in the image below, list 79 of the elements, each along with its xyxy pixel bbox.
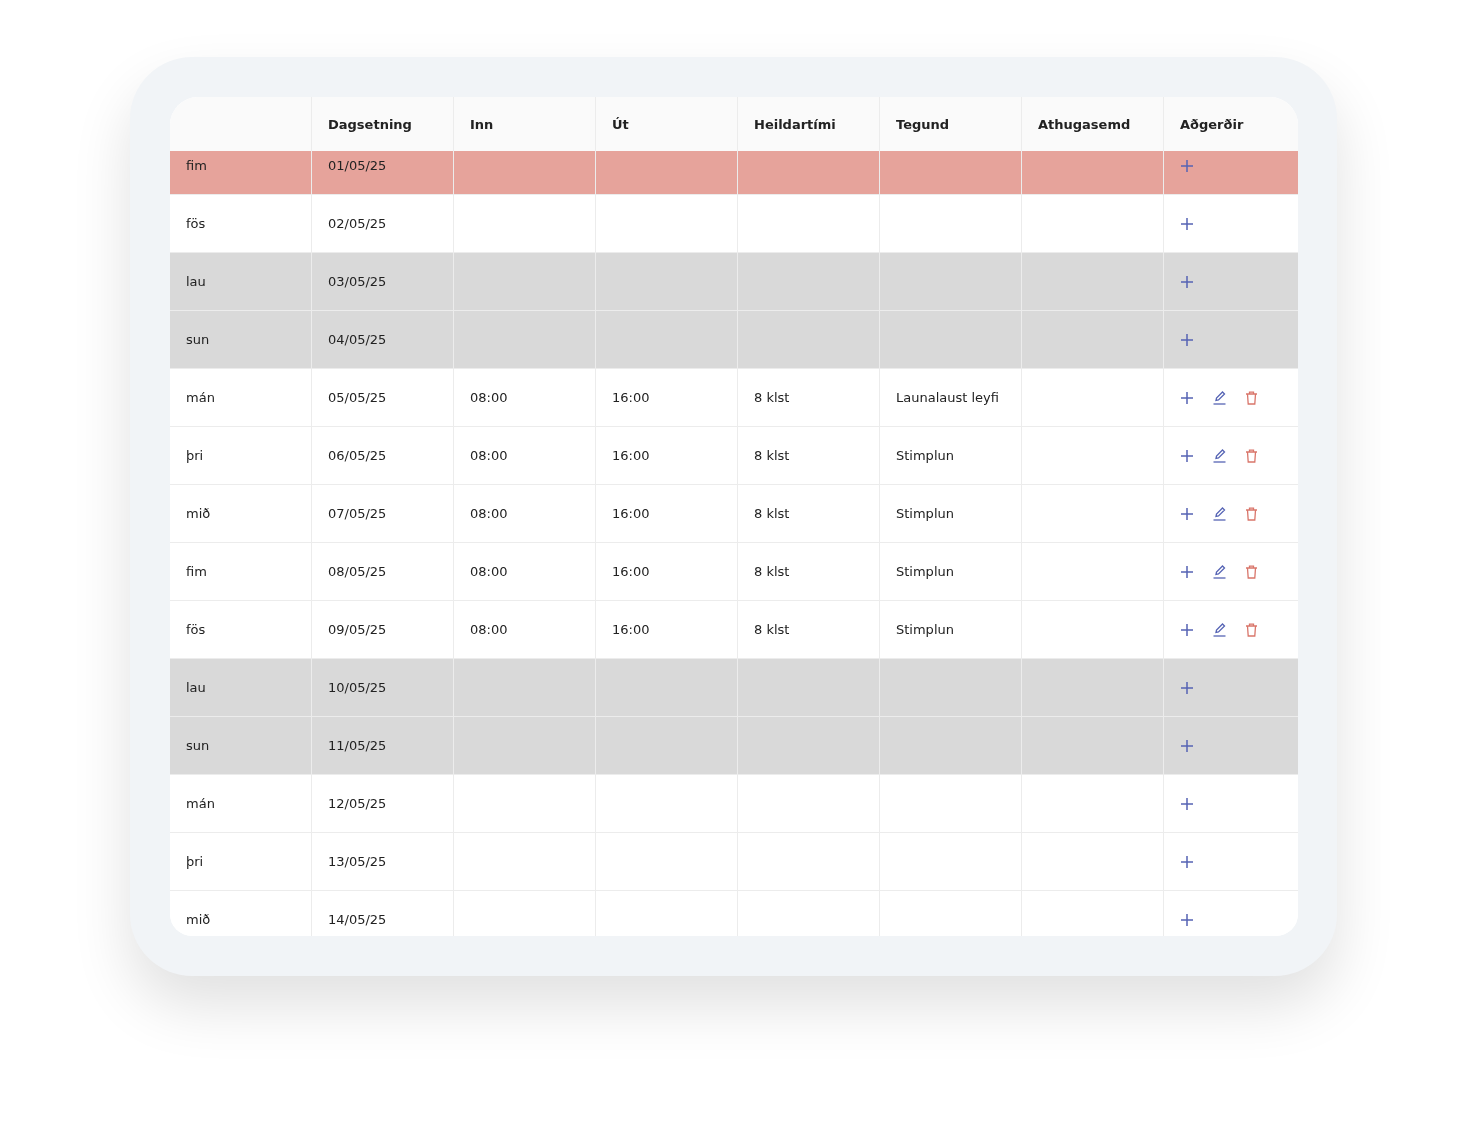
table-cell: Stimplun: [896, 564, 954, 579]
column-header: Athugasemd: [1038, 116, 1131, 132]
table-cell: fös: [186, 622, 206, 637]
plus-icon[interactable]: [1180, 274, 1194, 289]
table-cell: Stimplun: [896, 622, 954, 637]
plus-icon[interactable]: [1180, 854, 1194, 869]
table-cell: fös: [186, 216, 206, 231]
column-header: Inn: [470, 116, 494, 132]
table-cell: 08:00: [470, 448, 508, 463]
table-cell: Stimplun: [896, 448, 954, 463]
table-cell: 02/05/25: [328, 216, 387, 231]
plus-icon[interactable]: [1180, 622, 1194, 637]
table-cell: lau: [186, 274, 206, 289]
table-cell: Launalaust leyfi: [896, 390, 999, 405]
table-cell: 08:00: [470, 390, 508, 405]
table-cell: mán: [186, 796, 215, 811]
table-cell: 11/05/25: [328, 738, 387, 753]
column-header: Tegund: [896, 116, 950, 132]
trash-icon[interactable]: [1245, 390, 1258, 405]
table-cell: 07/05/25: [328, 506, 387, 521]
trash-icon[interactable]: [1245, 506, 1258, 521]
trash-icon[interactable]: [1245, 448, 1258, 463]
pencil-icon[interactable]: [1212, 448, 1227, 463]
table-cell: 05/05/25: [328, 390, 387, 405]
plus-icon[interactable]: [1180, 158, 1194, 173]
table-cell: 13/05/25: [328, 854, 387, 869]
table-cell: mán: [186, 390, 215, 405]
table-cell: 03/05/25: [328, 274, 387, 289]
table-cell: sun: [186, 332, 210, 347]
table-cell: 16:00: [612, 564, 650, 579]
table-cell: 06/05/25: [328, 448, 387, 463]
table-cell: 8 klst: [754, 448, 790, 463]
column-header: Aðgerðir: [1180, 116, 1244, 132]
plus-icon[interactable]: [1180, 564, 1194, 579]
table-cell: fim: [186, 564, 207, 579]
column-header: Heildartími: [754, 116, 836, 132]
table-cell: 08:00: [470, 564, 508, 579]
trash-icon[interactable]: [1245, 564, 1258, 579]
table-cell: lau: [186, 680, 206, 695]
column-header: Út: [612, 116, 629, 132]
table-cell: 10/05/25: [328, 680, 387, 695]
table-cell: 8 klst: [754, 622, 790, 637]
table-cell: 16:00: [612, 506, 650, 521]
table-cell: 09/05/25: [328, 622, 387, 637]
plus-icon[interactable]: [1180, 448, 1194, 463]
table-cell: 08:00: [470, 506, 508, 521]
table-cell: þri: [186, 854, 204, 869]
table-cell: 08/05/25: [328, 564, 387, 579]
column-header: Dagsetning: [328, 116, 412, 132]
table-cell: 14/05/25: [328, 912, 387, 927]
table-cell: 16:00: [612, 622, 650, 637]
table-cell: 04/05/25: [328, 332, 387, 347]
pencil-icon[interactable]: [1212, 622, 1227, 637]
table-cell: 8 klst: [754, 506, 790, 521]
table-cell: 16:00: [612, 390, 650, 405]
pencil-icon[interactable]: [1212, 506, 1227, 521]
table-cell: 8 klst: [754, 390, 790, 405]
plus-icon[interactable]: [1180, 332, 1194, 347]
pencil-icon[interactable]: [1212, 564, 1227, 579]
table-cell: 01/05/25: [328, 158, 387, 173]
plus-icon[interactable]: [1180, 680, 1194, 695]
plus-icon[interactable]: [1180, 738, 1194, 753]
table-cell: 12/05/25: [328, 796, 387, 811]
plus-icon[interactable]: [1180, 216, 1194, 231]
plus-icon[interactable]: [1180, 796, 1194, 811]
pencil-icon[interactable]: [1212, 390, 1227, 405]
plus-icon[interactable]: [1180, 390, 1194, 405]
plus-icon[interactable]: [1180, 912, 1194, 927]
table-cell: 16:00: [612, 448, 650, 463]
trash-icon[interactable]: [1245, 622, 1258, 637]
table-cell: 8 klst: [754, 564, 790, 579]
table-cell: fim: [186, 158, 207, 173]
table-cell: 08:00: [470, 622, 508, 637]
table-cell: Stimplun: [896, 506, 954, 521]
table-cell: þri: [186, 448, 204, 463]
plus-icon[interactable]: [1180, 506, 1194, 521]
table-cell: sun: [186, 738, 210, 753]
table-cell: mið: [186, 506, 211, 521]
table-cell: mið: [186, 912, 211, 927]
